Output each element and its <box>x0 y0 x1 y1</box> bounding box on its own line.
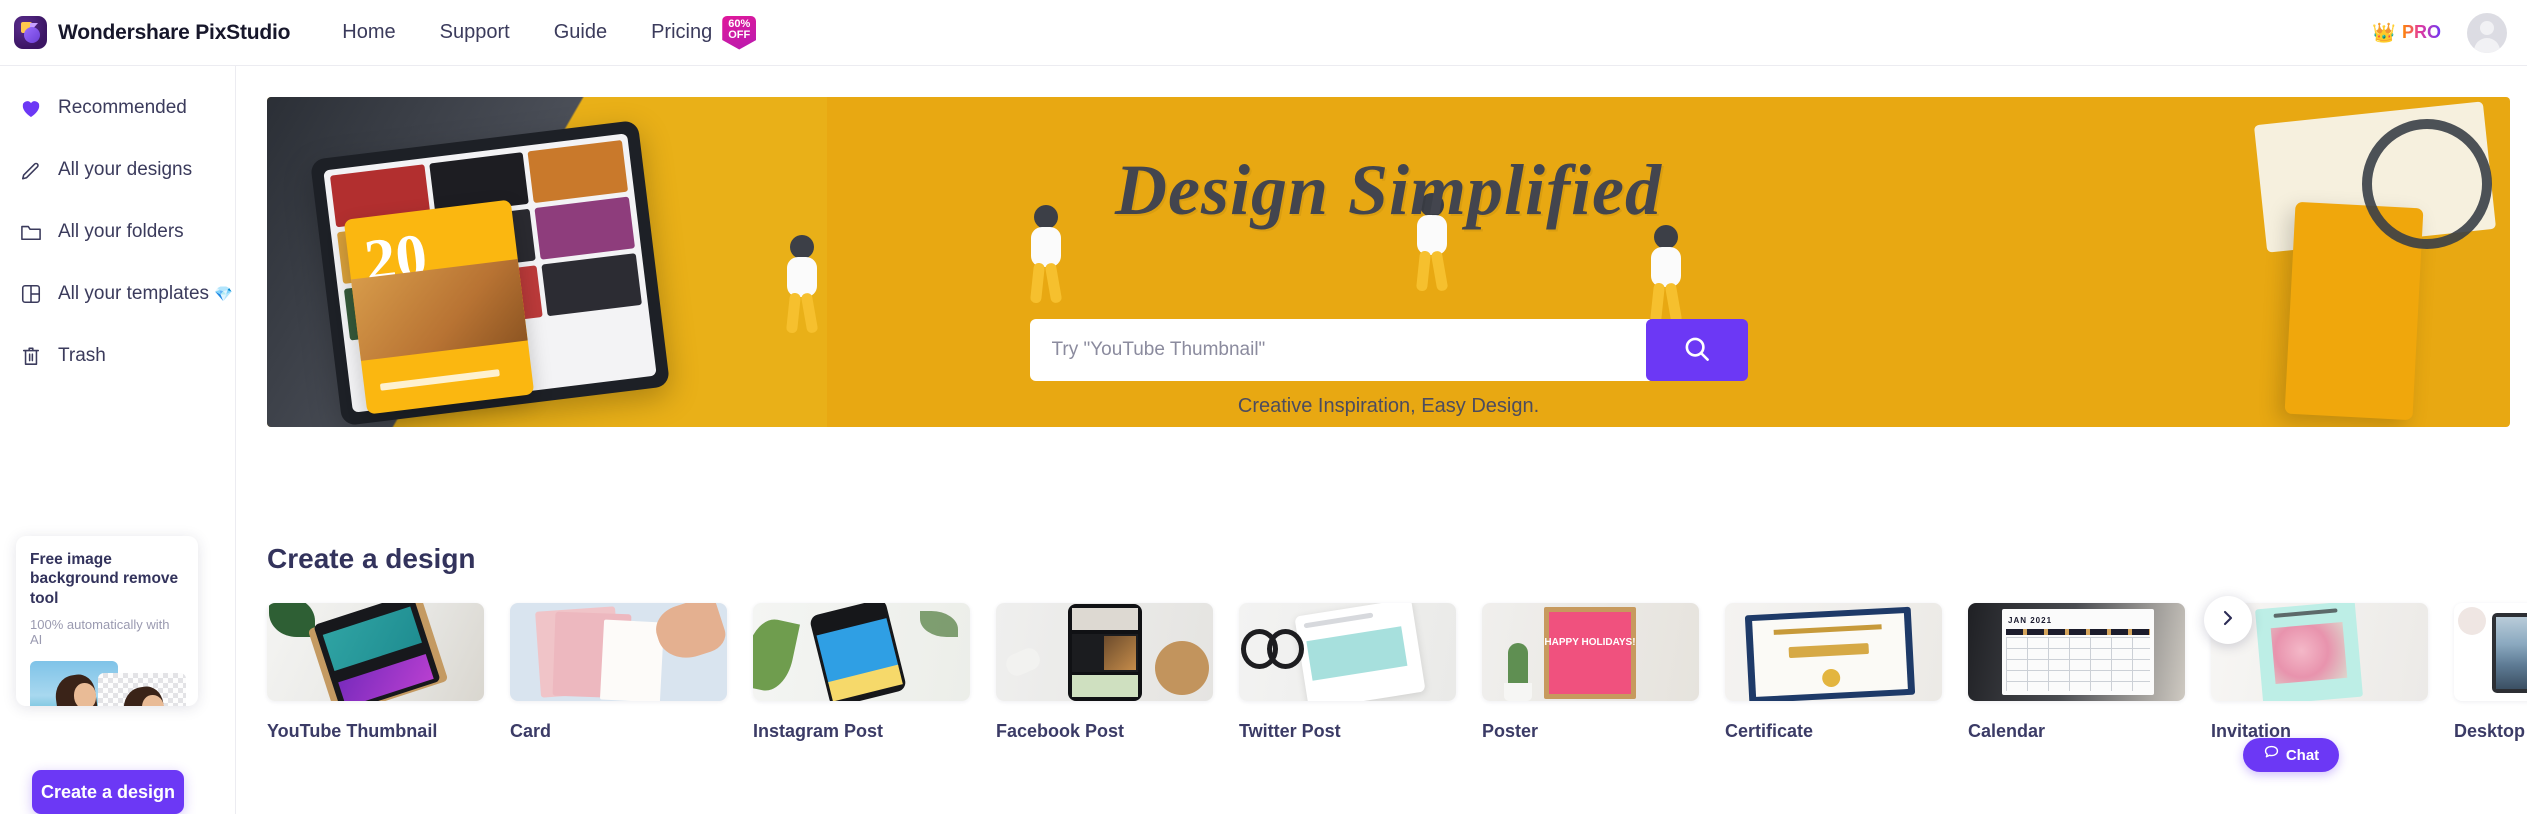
card-label: Desktop Wallpaper <box>2454 721 2527 741</box>
design-type-card-list: YouTube Thumbnail Card Instagram Post Fa… <box>267 603 2527 742</box>
card-label: Instagram Post <box>753 721 884 741</box>
hero-search <box>1029 319 1748 381</box>
search-icon <box>1682 334 1712 367</box>
card-thumbnail: JAN 2021 <box>1968 603 2185 701</box>
pixstudio-logo-icon <box>14 16 47 49</box>
card-label: Twitter Post <box>1239 721 1341 741</box>
promo-before-after-images <box>30 661 186 706</box>
sidebar-item-label: Trash <box>58 345 106 366</box>
card-thumbnail <box>996 603 1213 701</box>
design-card-youtube-thumbnail[interactable]: YouTube Thumbnail <box>267 603 484 742</box>
nav-item-home[interactable]: Home <box>342 21 395 44</box>
card-thumbnail <box>753 603 970 701</box>
sidebar-item-label: All your folders <box>58 221 184 242</box>
hero-title: Design Simplified <box>1114 150 1662 230</box>
header-right: 👑 PRO <box>2372 12 2507 53</box>
sidebar-item-recommended[interactable]: Recommended <box>18 88 235 128</box>
card-label: Certificate <box>1725 721 1814 741</box>
crown-icon: 👑 <box>2372 22 2396 44</box>
search-input[interactable] <box>1029 319 1650 381</box>
top-header: Wondershare PixStudio Home Support Guide… <box>0 0 2527 66</box>
hero-illustration-figure-1 <box>775 235 829 334</box>
card-thumbnail <box>1239 603 1456 701</box>
design-card-certificate[interactable]: Certificate <box>1725 603 1942 742</box>
main-nav: Home Support Guide Pricing 60% OFF <box>342 15 800 50</box>
pro-badge[interactable]: 👑 PRO <box>2372 21 2441 45</box>
section-title-create-a-design: Create a design <box>267 543 476 574</box>
nav-item-support[interactable]: Support <box>440 21 510 44</box>
design-card-calendar[interactable]: JAN 2021 Calendar <box>1968 603 2185 742</box>
brand[interactable]: Wondershare PixStudio <box>14 16 290 49</box>
gem-badge-icon: 💎 <box>214 286 233 303</box>
sidebar-item-label: All your templates <box>58 283 210 304</box>
sidebar-item-label: Recommended <box>58 97 187 118</box>
poster-thumbnail-text: HAPPY HOLIDAYS! <box>1544 637 1636 648</box>
design-card-desktop-wallpaper[interactable]: Desktop Wallpaper <box>2454 603 2527 742</box>
main-content: 20 Design Simplified Creative Inspiratio <box>236 66 2527 814</box>
card-thumbnail <box>267 603 484 701</box>
design-card-card[interactable]: Card <box>510 603 727 742</box>
design-card-facebook-post[interactable]: Facebook Post <box>996 603 1213 742</box>
pencil-icon <box>18 157 44 183</box>
hero-banner: 20 Design Simplified Creative Inspiratio <box>267 97 2510 427</box>
chat-label: Chat <box>2285 746 2320 764</box>
discount-badge-off: OFF <box>728 29 751 41</box>
design-card-poster[interactable]: HAPPY HOLIDAYS! Poster <box>1482 603 1699 742</box>
card-thumbnail: HAPPY HOLIDAYS! <box>1482 603 1699 701</box>
sidebar-item-trash[interactable]: Trash <box>18 336 235 376</box>
chat-bubble-icon <box>2263 744 2280 766</box>
discount-badge[interactable]: 60% OFF <box>722 15 757 50</box>
nav-item-pricing[interactable]: Pricing <box>651 21 712 44</box>
sidebar-item-label: All your designs <box>58 159 193 180</box>
trash-icon <box>18 343 44 369</box>
folder-icon <box>18 219 44 245</box>
calendar-thumbnail-text: JAN 2021 <box>2008 616 2053 625</box>
promo-subtitle: 100% automatically with AI <box>30 617 170 648</box>
card-thumbnail <box>2454 603 2527 701</box>
card-label: Calendar <box>1968 721 2046 741</box>
chat-button[interactable]: Chat <box>2243 738 2339 772</box>
card-label: Poster <box>1482 721 1539 741</box>
sidebar-item-all-your-folders[interactable]: All your folders <box>18 212 235 252</box>
chevron-right-icon <box>2220 609 2236 632</box>
pro-label: PRO <box>2401 22 2441 42</box>
carousel-next-button[interactable] <box>2204 596 2252 644</box>
promo-card-bg-remover[interactable]: Free image background remove tool 100% a… <box>16 536 198 706</box>
nav-item-guide[interactable]: Guide <box>554 21 607 44</box>
user-avatar-icon[interactable] <box>2467 12 2507 53</box>
create-a-design-button[interactable]: Create a design <box>32 770 184 814</box>
card-label: YouTube Thumbnail <box>267 721 438 741</box>
hero-illustration-figure-4 <box>1639 225 1693 324</box>
layout-icon <box>18 281 44 307</box>
sidebar-item-all-your-designs[interactable]: All your designs <box>18 150 235 190</box>
card-thumbnail <box>510 603 727 701</box>
promo-image-after <box>98 673 186 706</box>
design-card-twitter-post[interactable]: Twitter Post <box>1239 603 1456 742</box>
promo-title: Free image background remove tool <box>30 551 179 607</box>
card-thumbnail <box>1725 603 1942 701</box>
heart-icon <box>18 95 44 121</box>
hero-tagline: Creative Inspiration, Easy Design. <box>1237 395 1540 417</box>
brand-name: Wondershare PixStudio <box>58 20 291 44</box>
card-label: Facebook Post <box>996 721 1125 741</box>
sidebar-item-all-your-templates[interactable]: All your templates 💎 <box>18 274 235 314</box>
card-label: Card <box>510 721 552 741</box>
design-card-instagram-post[interactable]: Instagram Post <box>753 603 970 742</box>
search-button[interactable] <box>1645 319 1748 381</box>
nav-pricing-group: Pricing 60% OFF <box>651 15 757 50</box>
sidebar: Recommended All your designs All your fo… <box>0 66 236 814</box>
